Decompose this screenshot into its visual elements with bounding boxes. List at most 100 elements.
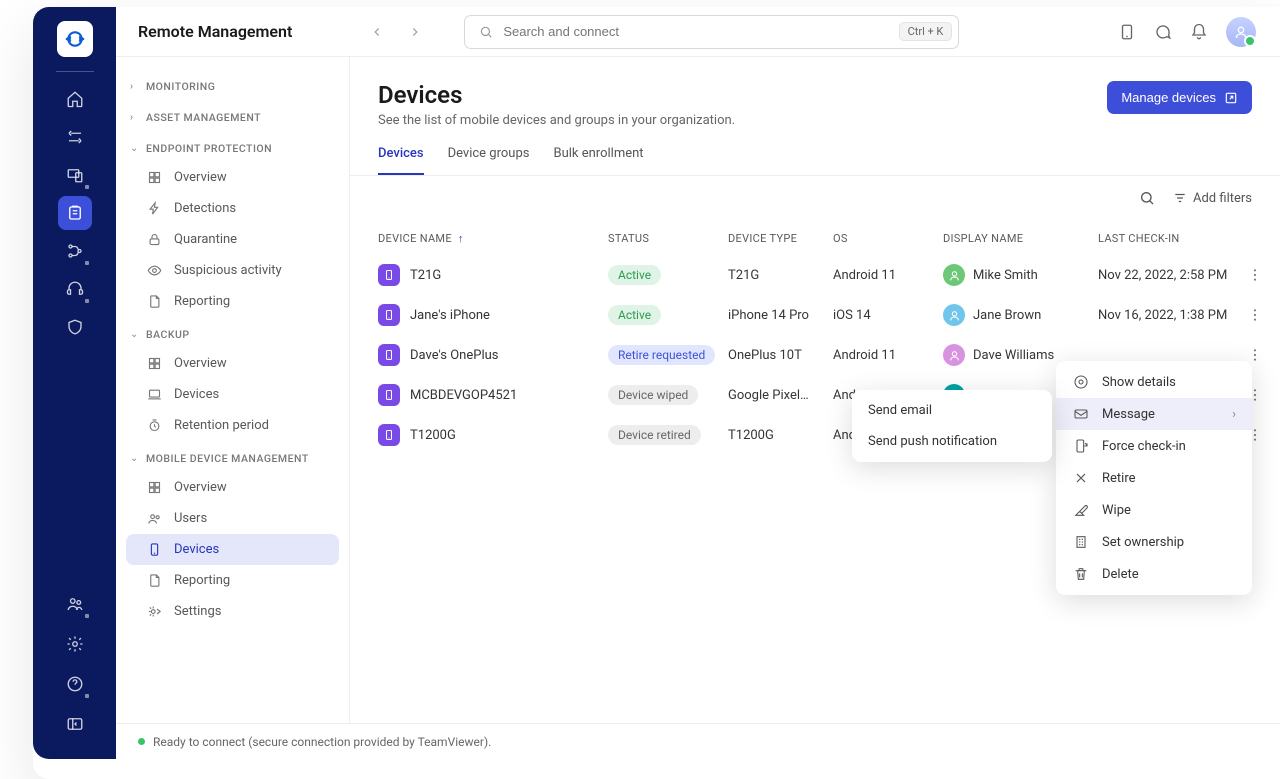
nav-settings[interactable] [58,627,92,661]
sidebar-group-header[interactable]: ⌄ENDPOINT PROTECTION [126,135,339,162]
sidebar-item-settings[interactable]: Settings [126,596,339,627]
sidebar-group-header[interactable]: ⌄BACKUP [126,321,339,348]
column-header[interactable]: DISPLAY NAME [943,232,1098,245]
sidebar-item-suspicious-activity[interactable]: Suspicious activity [126,255,339,286]
menu-item-force-check-in[interactable]: Force check-in [1056,430,1252,462]
column-header[interactable]: DEVICE TYPE [728,232,833,245]
sidebar-item-quarantine[interactable]: Quarantine [126,224,339,255]
nav-shield[interactable] [58,310,92,344]
device-os: Android 11 [833,348,943,363]
status-badge: Device retired [608,425,701,445]
sidebar-item-devices[interactable]: Devices [126,534,339,565]
nav-devices[interactable] [58,158,92,192]
sidebar-group-header[interactable]: ›ASSET MANAGEMENT [126,104,339,131]
search-icon [479,25,493,39]
sidebar-item-devices[interactable]: Devices [126,379,339,410]
sidebar-item-reporting[interactable]: Reporting [126,565,339,596]
display-name: Mike Smith [973,268,1038,283]
menu-item-delete[interactable]: Delete [1056,558,1252,590]
nav-collapse[interactable] [58,707,92,741]
search-box[interactable]: Ctrl + K [464,15,959,49]
table-row[interactable]: Jane's iPhone Active iPhone 14 Pro iOS 1… [364,295,1266,335]
laptop-icon [146,387,162,402]
device-name: T21G [410,268,441,283]
external-link-icon [1224,91,1238,105]
sidebar-item-users[interactable]: Users [126,503,339,534]
nav-help[interactable] [58,667,92,701]
bell-icon[interactable] [1190,23,1208,41]
nav-workflow[interactable] [58,234,92,268]
column-header[interactable]: STATUS [608,232,728,245]
nav-back-button[interactable] [364,19,390,45]
device-os: Android 11 [833,268,943,283]
device-icon [378,344,400,366]
chevron-right-icon: › [1232,407,1236,422]
user-avatar-small [943,264,965,286]
eye-circle-icon [1072,374,1090,390]
sidebar-item-retention-period[interactable]: Retention period [126,410,339,441]
users-icon [146,511,162,526]
column-header[interactable]: DEVICE NAME↑ [378,232,608,245]
table-row[interactable]: T21G Active T21G Android 11 Mike Smith N… [364,255,1266,295]
nav-home[interactable] [58,82,92,116]
nav-team[interactable] [58,587,92,621]
top-header: Remote Management Ctrl + K [116,7,1280,57]
table-header: DEVICE NAME↑STATUSDEVICE TYPEOSDISPLAY N… [364,214,1266,255]
display-name: Jane Brown [973,308,1041,323]
sidebar-item-detections[interactable]: Detections [126,193,339,224]
grid-icon [146,170,162,185]
user-avatar[interactable] [1226,17,1256,47]
menu-item-show-details[interactable]: Show details [1056,366,1252,398]
phone-refresh-icon [1072,438,1090,454]
search-input[interactable] [503,24,888,39]
search-devices-button[interactable] [1139,190,1155,206]
device-icon [378,424,400,446]
column-header[interactable]: LAST CHECK-IN [1098,232,1243,245]
last-checkin: Nov 22, 2022, 2:58 PM [1098,268,1243,283]
user-avatar-small [943,304,965,326]
tabs: Devices Device groups Bulk enrollment [350,128,1280,176]
menu-item-retire[interactable]: Retire [1056,462,1252,494]
page-subtitle: See the list of mobile devices and group… [378,113,735,128]
chevron-down-icon: ⌄ [130,453,140,464]
nav-support[interactable] [58,272,92,306]
sidebar-group-header[interactable]: ⌄MOBILE DEVICE MANAGEMENT [126,445,339,472]
menu-item-message[interactable]: Message› [1056,398,1252,430]
user-avatar-small [943,344,965,366]
column-header[interactable]: OS [833,232,943,245]
sidebar-item-overview[interactable]: Overview [126,348,339,379]
submenu-item-send-push-notification[interactable]: Send push notification [852,426,1052,457]
submenu-item-send-email[interactable]: Send email [852,395,1052,426]
file-icon [146,573,162,588]
sidebar-group-header[interactable]: ›MONITORING [126,73,339,100]
tab-device-groups[interactable]: Device groups [448,146,530,175]
sidebar-item-overview[interactable]: Overview [126,162,339,193]
sidebar-item-reporting[interactable]: Reporting [126,286,339,317]
tab-devices[interactable]: Devices [378,146,424,175]
row-context-menu: Show detailsMessage›Force check-inRetire… [1056,361,1252,595]
status-badge: Active [608,265,661,285]
row-more-button[interactable] [1243,303,1267,327]
add-filters-button[interactable]: Add filters [1173,191,1252,206]
status-badge: Retire requested [608,345,715,365]
chat-icon[interactable] [1154,23,1172,41]
device-name: Dave's OnePlus [410,348,498,363]
nav-transfer[interactable] [58,120,92,154]
device-icon [378,384,400,406]
menu-item-set-ownership[interactable]: Set ownership [1056,526,1252,558]
building-icon [1072,534,1090,550]
chevron-down-icon: ⌄ [130,329,140,340]
sidebar-item-overview[interactable]: Overview [126,472,339,503]
tablet-icon[interactable] [1118,23,1136,41]
tab-bulk-enrollment[interactable]: Bulk enrollment [553,146,643,175]
device-name: Jane's iPhone [410,308,490,323]
lock-icon [146,232,162,247]
sort-asc-icon: ↑ [458,232,464,245]
status-dot [138,738,145,745]
nav-forward-button[interactable] [402,19,428,45]
nav-management[interactable] [58,196,92,230]
menu-item-wipe[interactable]: Wipe [1056,494,1252,526]
manage-devices-button[interactable]: Manage devices [1107,81,1252,114]
status-badge: Device wiped [608,385,698,405]
row-more-button[interactable] [1243,263,1267,287]
